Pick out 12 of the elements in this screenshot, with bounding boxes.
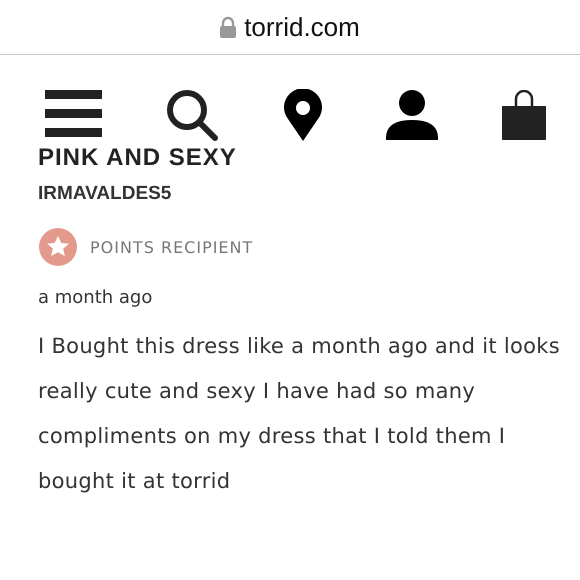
search-icon[interactable]: [166, 88, 220, 142]
location-pin-icon[interactable]: [284, 89, 322, 141]
shopping-bag-icon[interactable]: [502, 90, 546, 140]
author-name: IRMAVALDES5: [38, 183, 172, 205]
review-time: a month ago: [38, 287, 154, 308]
person-icon[interactable]: [386, 90, 438, 140]
review-title: PINK AND SEXY: [38, 147, 238, 169]
star-badge-icon: [38, 227, 78, 267]
badge-label: POINTS RECIPIENT: [90, 238, 254, 256]
url-text[interactable]: torrid.com: [244, 12, 360, 42]
review-text: I Bought this dress like a month ago and it looks really cute and sexy I have had so many compliments on my dress that I told them I bought it at torrid: [38, 333, 560, 495]
menu-icon[interactable]: [45, 90, 102, 140]
